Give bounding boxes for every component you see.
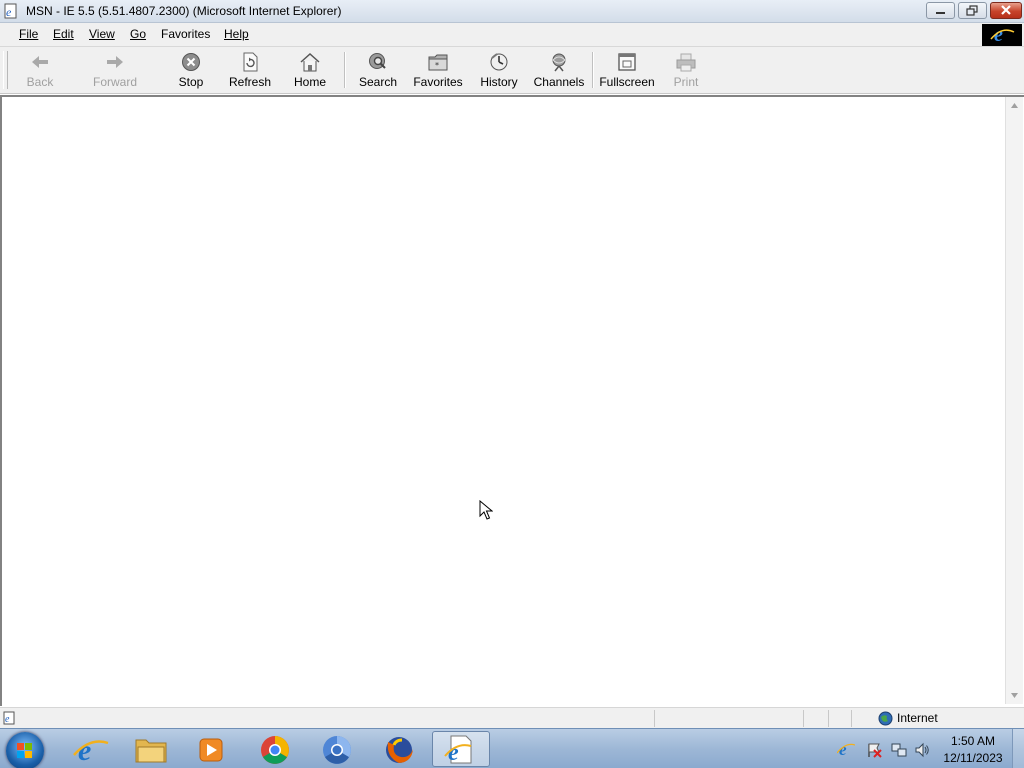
menu-view[interactable]: View bbox=[89, 27, 115, 41]
menu-bar: File Edit View Go Favorites Help e bbox=[0, 23, 1024, 47]
home-button[interactable]: Home bbox=[289, 50, 331, 90]
history-button[interactable]: History bbox=[477, 50, 521, 90]
system-clock[interactable]: 1:50 AM 12/11/2023 bbox=[940, 733, 1006, 767]
back-button[interactable]: Back bbox=[20, 50, 60, 90]
vertical-scrollbar[interactable] bbox=[1005, 97, 1023, 704]
forward-arrow-icon bbox=[107, 56, 123, 68]
menu-favorites[interactable]: Favorites bbox=[161, 27, 210, 41]
close-button[interactable] bbox=[990, 2, 1022, 19]
back-arrow-icon bbox=[32, 56, 48, 68]
svg-text:e: e bbox=[448, 740, 459, 766]
security-zone-label: Internet bbox=[897, 711, 938, 725]
chrome-icon bbox=[261, 736, 289, 764]
scroll-down-arrow-icon bbox=[1011, 693, 1018, 698]
svg-text:e: e bbox=[5, 714, 10, 725]
toolbar-grip[interactable] bbox=[3, 51, 8, 89]
title-bar[interactable]: e MSN - IE 5.5 (5.51.4807.2300) (Microso… bbox=[0, 0, 1024, 23]
internet-zone-globe-icon bbox=[878, 711, 893, 726]
menu-go[interactable]: Go bbox=[130, 27, 146, 41]
taskbar: e e e 1:50 AM 12/11/2023 bbox=[0, 728, 1024, 768]
search-globe-icon bbox=[369, 53, 386, 69]
clock-time: 1:50 AM bbox=[950, 734, 996, 748]
fullscreen-button[interactable]: Fullscreen bbox=[598, 50, 656, 90]
ie-document-icon: e bbox=[4, 3, 17, 19]
stop-icon bbox=[182, 53, 200, 71]
close-icon bbox=[1001, 5, 1011, 15]
page-content-area[interactable] bbox=[0, 95, 1024, 706]
minimize-icon bbox=[936, 12, 945, 14]
svg-text:e: e bbox=[6, 5, 12, 19]
page-status-icon: e bbox=[3, 711, 15, 725]
folder-icon bbox=[135, 739, 167, 763]
status-panel bbox=[828, 710, 851, 727]
status-panel bbox=[803, 710, 828, 727]
internet-explorer-icon: e bbox=[73, 734, 109, 767]
history-icon bbox=[490, 53, 508, 71]
scroll-down-button[interactable] bbox=[1006, 687, 1023, 704]
favorites-button[interactable]: * Favorites bbox=[412, 50, 464, 90]
toolbar-separator bbox=[344, 52, 346, 88]
ie-logo-icon: e bbox=[990, 24, 1015, 46]
volume-icon[interactable] bbox=[914, 742, 930, 758]
menu-edit[interactable]: Edit bbox=[53, 27, 74, 41]
refresh-icon bbox=[243, 52, 258, 72]
scroll-up-button[interactable] bbox=[1006, 97, 1023, 114]
status-progress-panel bbox=[654, 710, 803, 727]
ie-throbber-logo: e bbox=[982, 24, 1022, 46]
menu-help[interactable]: Help bbox=[224, 27, 249, 41]
print-icon bbox=[676, 53, 696, 72]
standard-toolbar: Back Forward Stop Refresh Home Search * … bbox=[0, 47, 1024, 119]
ie-document-icon: e bbox=[444, 735, 472, 766]
taskbar-internet-explorer[interactable]: e bbox=[64, 731, 118, 767]
media-player-icon bbox=[199, 738, 223, 762]
minimize-button[interactable] bbox=[926, 2, 955, 19]
taskbar-firefox[interactable] bbox=[372, 731, 426, 767]
home-icon bbox=[300, 52, 320, 72]
taskbar-chrome[interactable] bbox=[248, 731, 302, 767]
taskbar-ie-document-active[interactable]: e bbox=[432, 731, 490, 767]
favorites-folder-icon: * bbox=[428, 54, 448, 71]
firefox-icon bbox=[386, 737, 413, 763]
print-button[interactable]: Print bbox=[669, 50, 703, 90]
status-bar: e Internet bbox=[0, 707, 1024, 729]
stop-button[interactable]: Stop bbox=[172, 50, 210, 90]
scroll-up-arrow-icon bbox=[1011, 103, 1018, 108]
menu-file[interactable]: File bbox=[19, 27, 38, 41]
toolbar-separator bbox=[592, 52, 594, 88]
restore-icon bbox=[966, 5, 978, 16]
refresh-button[interactable]: Refresh bbox=[226, 50, 274, 90]
clock-date: 12/11/2023 bbox=[943, 751, 1003, 765]
channels-button[interactable]: Channels bbox=[532, 50, 586, 90]
tray-ie-icon[interactable]: e bbox=[837, 740, 855, 758]
channels-icon bbox=[552, 53, 566, 72]
chromium-icon bbox=[323, 736, 351, 764]
network-icon[interactable] bbox=[891, 742, 907, 758]
taskbar-file-explorer[interactable] bbox=[124, 731, 178, 767]
taskbar-media-player[interactable] bbox=[184, 731, 238, 767]
window-title: MSN - IE 5.5 (5.51.4807.2300) (Microsoft… bbox=[26, 4, 342, 18]
mouse-cursor-icon bbox=[479, 500, 493, 520]
status-panel bbox=[851, 710, 876, 727]
forward-button[interactable]: Forward bbox=[92, 50, 138, 90]
search-button[interactable]: Search bbox=[357, 50, 399, 90]
svg-text:*: * bbox=[435, 61, 439, 70]
windows-logo-icon bbox=[17, 743, 32, 758]
taskbar-chromium[interactable] bbox=[310, 731, 364, 767]
restore-button[interactable] bbox=[958, 2, 987, 19]
fullscreen-icon bbox=[618, 53, 636, 71]
action-center-flag-icon[interactable] bbox=[866, 742, 882, 758]
show-desktop-button[interactable] bbox=[1012, 729, 1024, 768]
start-button[interactable] bbox=[6, 732, 44, 768]
